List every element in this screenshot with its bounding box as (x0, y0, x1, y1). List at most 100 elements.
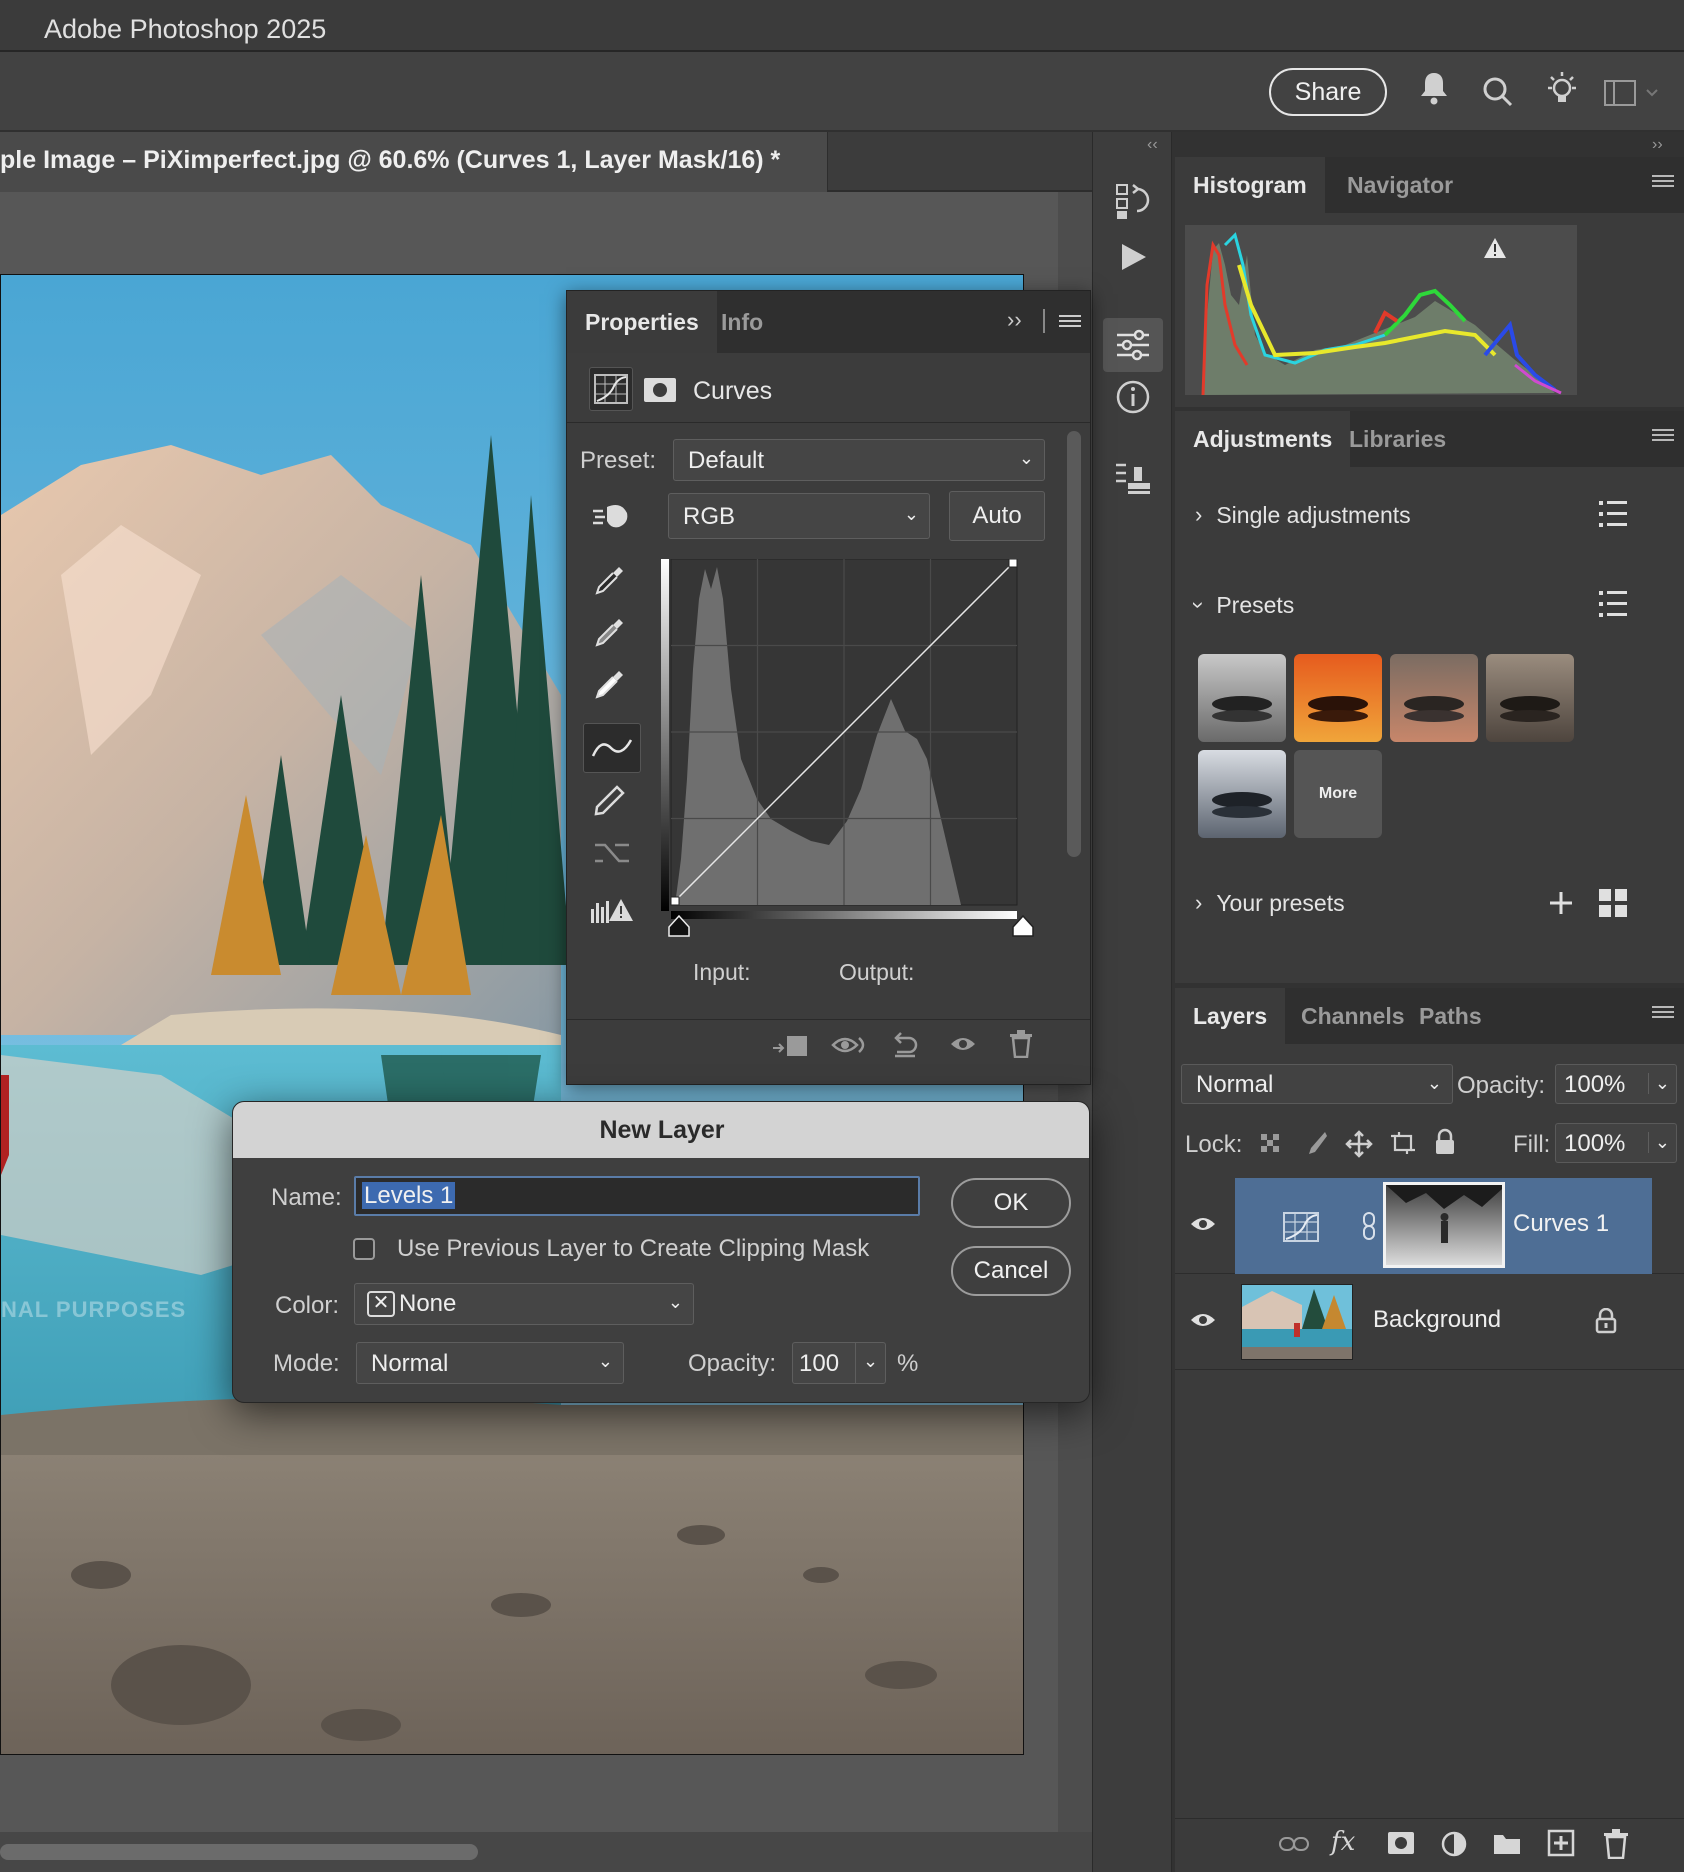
name-input[interactable]: Levels 1 (354, 1176, 920, 1216)
fill-field[interactable]: 100% ⌄ (1555, 1123, 1677, 1163)
link-icon[interactable] (1361, 1212, 1377, 1240)
lightbulb-icon[interactable] (1544, 70, 1580, 108)
new-group-icon[interactable] (1493, 1831, 1521, 1855)
auto-button[interactable]: Auto (949, 491, 1045, 541)
eyedropper-gray-icon[interactable] (593, 615, 627, 649)
presets-row[interactable]: › Presets (1187, 585, 1295, 625)
mask-icon[interactable] (643, 377, 677, 403)
tab-histogram[interactable]: Histogram (1175, 157, 1325, 213)
reset-icon[interactable] (889, 1030, 919, 1060)
tab-libraries[interactable]: Libraries (1331, 411, 1464, 467)
eye-icon[interactable] (1189, 1310, 1217, 1330)
layer-thumbnail[interactable] (1241, 1284, 1353, 1360)
actions-play-icon[interactable] (1103, 230, 1163, 284)
tab-layers[interactable]: Layers (1175, 988, 1286, 1044)
curve-points-tool-icon[interactable] (583, 723, 641, 773)
preset-warm[interactable] (1294, 654, 1382, 742)
blend-mode-select[interactable]: Normal ⌄ (1181, 1064, 1453, 1104)
chevron-down-icon[interactable]: ⌄ (1647, 1073, 1670, 1094)
clipping-mask-checkbox[interactable] (353, 1238, 375, 1260)
collapse-arrows-icon[interactable]: ‹‹ (1147, 136, 1158, 154)
list-view-icon[interactable] (1599, 591, 1627, 617)
ok-button[interactable]: OK (951, 1178, 1071, 1228)
eyedropper-black-icon[interactable] (593, 563, 627, 597)
collapse-panel-icon[interactable]: ›› (1007, 307, 1022, 333)
panel-menu-icon[interactable] (1652, 429, 1674, 445)
chevron-down-icon[interactable]: ⌄ (855, 1343, 885, 1383)
layer-row-background[interactable]: Background (1175, 1274, 1684, 1370)
preset-cool[interactable] (1198, 750, 1286, 838)
layer-name[interactable]: Background (1373, 1306, 1501, 1334)
grid-view-icon[interactable] (1599, 889, 1627, 917)
preset-dropdown[interactable]: Default ⌄ (673, 439, 1045, 481)
info-icon[interactable] (1103, 370, 1163, 424)
list-view-icon[interactable] (1599, 501, 1627, 527)
layer-row-curves[interactable]: Curves 1 (1175, 1178, 1684, 1274)
white-point-slider[interactable] (1011, 915, 1035, 937)
expand-arrows-icon[interactable]: ›› (1652, 136, 1663, 154)
preset-sepia[interactable] (1486, 654, 1574, 742)
add-mask-icon[interactable] (1387, 1831, 1415, 1855)
panel-menu-icon[interactable] (1059, 315, 1081, 327)
scrollbar-thumb[interactable] (0, 1844, 478, 1860)
curves-adjustment-icon[interactable] (589, 367, 633, 411)
delete-icon[interactable] (1009, 1030, 1033, 1058)
eyedropper-white-icon[interactable] (593, 667, 627, 701)
lock-artboard-icon[interactable] (1389, 1130, 1417, 1158)
tab-adjustments[interactable]: Adjustments (1175, 411, 1351, 467)
view-previous-state-icon[interactable] (831, 1032, 867, 1058)
clone-source-icon[interactable] (1103, 452, 1163, 506)
preset-bw[interactable] (1198, 654, 1286, 742)
bell-icon[interactable] (1418, 70, 1450, 106)
curves-adjustment-icon (1283, 1212, 1319, 1242)
preset-faded[interactable] (1390, 654, 1478, 742)
cancel-button[interactable]: Cancel (951, 1246, 1071, 1296)
new-adjustment-layer-icon[interactable] (1441, 1831, 1469, 1859)
more-presets-button[interactable]: More (1294, 750, 1382, 838)
black-point-slider[interactable] (667, 915, 691, 937)
add-preset-icon[interactable] (1549, 891, 1573, 915)
horizontal-scrollbar[interactable] (0, 1832, 1092, 1872)
tab-properties[interactable]: Properties (567, 291, 717, 353)
chevron-down-icon[interactable]: ⌄ (1647, 1132, 1670, 1153)
opacity-field[interactable]: 100 ⌄ (792, 1342, 886, 1384)
properties-scrollbar[interactable] (1067, 431, 1081, 857)
color-dropdown[interactable]: ✕ None ⌄ (354, 1283, 694, 1325)
workspace-icon[interactable] (1604, 80, 1660, 106)
targeted-adjustment-icon[interactable] (591, 499, 631, 533)
eye-icon[interactable] (1189, 1214, 1217, 1234)
clip-to-layer-icon[interactable] (771, 1034, 809, 1058)
delete-layer-icon[interactable] (1603, 1829, 1629, 1859)
mode-dropdown[interactable]: Normal ⌄ (356, 1342, 624, 1384)
lock-icon[interactable] (1595, 1308, 1617, 1334)
opacity-field[interactable]: 100% ⌄ (1555, 1064, 1677, 1104)
lock-pixels-icon[interactable] (1303, 1130, 1329, 1158)
lock-position-icon[interactable] (1345, 1130, 1373, 1158)
clipping-warning-icon[interactable] (589, 895, 635, 925)
tab-paths[interactable]: Paths (1401, 988, 1500, 1044)
tab-navigator[interactable]: Navigator (1329, 157, 1471, 213)
layer-mask-thumbnail[interactable] (1383, 1182, 1505, 1268)
curves-graph[interactable] (661, 559, 1019, 919)
your-presets-row[interactable]: › Your presets (1195, 883, 1345, 923)
tab-info[interactable]: Info (703, 291, 781, 353)
pencil-icon[interactable] (593, 783, 627, 817)
visibility-icon[interactable] (949, 1034, 977, 1054)
panel-menu-icon[interactable] (1652, 175, 1674, 191)
new-layer-icon[interactable] (1547, 1829, 1575, 1857)
share-button[interactable]: Share (1269, 68, 1387, 116)
lock-transparent-icon[interactable] (1259, 1132, 1283, 1156)
link-layers-icon[interactable] (1279, 1835, 1309, 1853)
history-icon[interactable] (1103, 174, 1163, 228)
search-icon[interactable] (1482, 76, 1514, 108)
adjustment-properties-icon[interactable] (1103, 318, 1163, 372)
channel-dropdown[interactable]: RGB ⌄ (668, 493, 930, 539)
smooth-curve-icon[interactable] (593, 837, 631, 867)
layer-name[interactable]: Curves 1 (1513, 1210, 1609, 1238)
lock-all-icon[interactable] (1433, 1128, 1457, 1156)
fx-icon[interactable]: fx (1331, 1827, 1355, 1857)
warning-icon[interactable] (1483, 237, 1507, 259)
single-adjustments-row[interactable]: › Single adjustments (1195, 495, 1411, 535)
panel-menu-icon[interactable] (1652, 1006, 1674, 1022)
document-tab[interactable]: ple Image – PiXimperfect.jpg @ 60.6% (Cu… (0, 132, 828, 192)
